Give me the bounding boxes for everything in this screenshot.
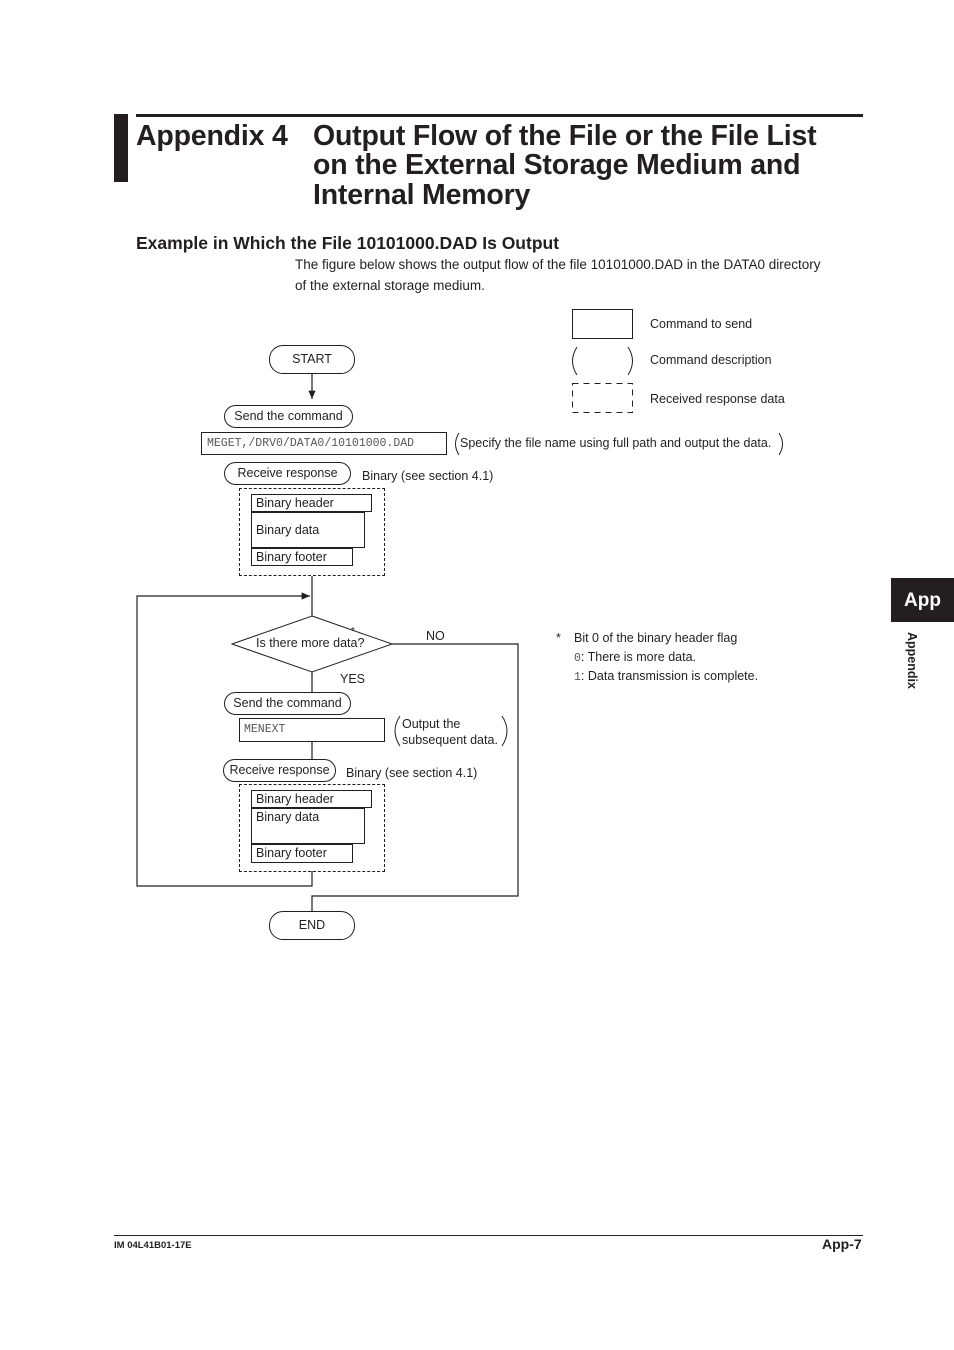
binary-footer-1: Binary footer bbox=[251, 548, 353, 566]
legend-close-paren bbox=[627, 346, 633, 376]
response-note-2: Binary (see section 4.1) bbox=[346, 766, 478, 780]
decision-question: Is there more data? bbox=[256, 636, 365, 650]
footnote-entry: 1: Data transmission is complete. bbox=[574, 669, 758, 684]
command-box-menext: MENEXT bbox=[239, 718, 385, 742]
legend-label-received-response: Received response data bbox=[650, 392, 785, 406]
binary-header-1: Binary header bbox=[251, 494, 372, 512]
command-description-2: Output the subsequent data. bbox=[402, 716, 498, 748]
command-box-meget: MEGET,/DRV0/DATA0/10101000.DAD bbox=[201, 432, 447, 455]
footnote-text: Data transmission is complete. bbox=[587, 669, 759, 683]
binary-footer-2: Binary footer bbox=[251, 844, 353, 863]
footnote-code: 0 bbox=[574, 652, 581, 665]
decision-footnote-marker: * bbox=[351, 626, 355, 637]
desc1-close-paren bbox=[778, 432, 783, 456]
binary-data-1: Binary data bbox=[256, 523, 320, 537]
footnote-entry: 0: There is more data. bbox=[574, 650, 696, 665]
decision-yes-label: YES bbox=[340, 672, 366, 686]
binary-header-2: Binary header bbox=[251, 790, 372, 808]
legend-label-command-to-send: Command to send bbox=[650, 317, 753, 331]
desc1-open-paren bbox=[455, 432, 460, 456]
response-note-1: Binary (see section 4.1) bbox=[362, 469, 494, 483]
footer-rule bbox=[114, 1235, 863, 1236]
legend-label-command-description: Command description bbox=[650, 353, 772, 367]
desc2-open-paren bbox=[394, 715, 401, 747]
command-description-1: Specify the file name using full path an… bbox=[460, 436, 772, 450]
command-description-2-line: Output the bbox=[402, 717, 461, 731]
decision-no-label: NO bbox=[426, 629, 445, 643]
send-command-label-1: Send the command bbox=[224, 405, 353, 428]
legend-open-paren bbox=[572, 346, 578, 376]
page-number: App-7 bbox=[822, 1236, 862, 1252]
legend-solid-rect bbox=[572, 309, 633, 339]
side-tab-vertical-label: Appendix bbox=[905, 632, 919, 689]
footnote-marker: * bbox=[556, 631, 561, 645]
footnote-text: There is more data. bbox=[587, 650, 697, 664]
receive-response-label-2: Receive response bbox=[223, 759, 336, 782]
end-terminal: END bbox=[269, 911, 355, 940]
flowchart-connectors bbox=[136, 309, 783, 911]
side-tab-app[interactable]: App bbox=[891, 578, 954, 622]
desc2-close-paren bbox=[501, 715, 508, 747]
footnote-sep: : bbox=[580, 650, 585, 664]
binary-data-2: Binary data bbox=[256, 810, 320, 824]
document-id: IM 04L41B01-17E bbox=[114, 1240, 192, 1251]
legend-dashed-rect bbox=[572, 383, 633, 413]
send-command-label-2: Send the command bbox=[224, 692, 351, 715]
receive-response-label-1: Receive response bbox=[224, 462, 351, 485]
footnote-code: 1 bbox=[574, 671, 581, 684]
command-description-2-line: subsequent data. bbox=[402, 733, 498, 747]
footnote-sep: : bbox=[580, 669, 585, 683]
footnote-title: Bit 0 of the binary header flag bbox=[574, 631, 738, 645]
start-terminal: START bbox=[269, 345, 355, 374]
